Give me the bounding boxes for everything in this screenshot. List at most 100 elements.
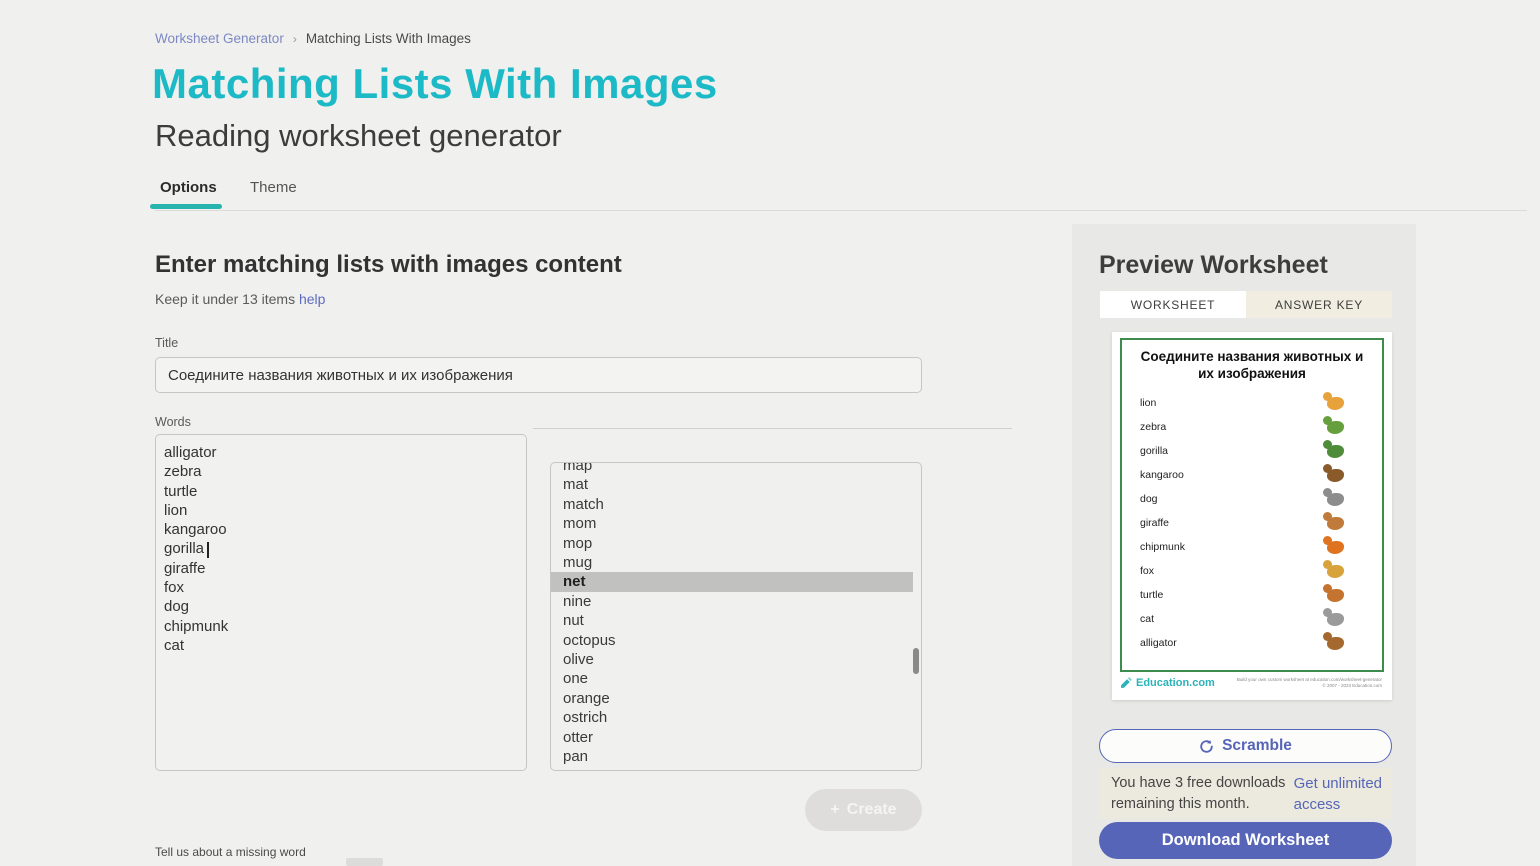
scramble-icon — [1199, 739, 1214, 754]
words-textarea[interactable]: alligator zebra turtle lion kangaroo gor… — [155, 434, 527, 771]
section-heading: Enter matching lists with images content — [155, 251, 622, 279]
suggestion-item[interactable]: olive — [551, 650, 921, 669]
help-link[interactable]: help — [299, 291, 325, 307]
scramble-button[interactable]: Scramble — [1099, 729, 1392, 763]
missing-word-link[interactable]: Tell us about a missing word — [155, 845, 306, 859]
alligator-image — [1327, 445, 1344, 458]
chipmunk-image — [1327, 637, 1344, 650]
suggestion-item[interactable]: otter — [551, 728, 921, 747]
row-label: gorilla — [1140, 445, 1168, 457]
breadcrumb: Worksheet Generator › Matching Lists Wit… — [155, 31, 471, 46]
tab-options[interactable]: Options — [160, 179, 217, 196]
lion-image — [1327, 517, 1344, 530]
page-subtitle: Reading worksheet generator — [155, 118, 562, 154]
get-unlimited-access-link[interactable]: Get unlimited access — [1294, 773, 1382, 815]
row-label: cat — [1140, 613, 1154, 625]
kangaroo-image — [1327, 589, 1344, 602]
worksheet-row: alligator — [1122, 631, 1382, 655]
create-button[interactable]: + Create — [805, 789, 922, 831]
active-tab-underline — [150, 204, 222, 209]
suggestion-item[interactable]: mop — [551, 534, 921, 553]
worksheet-generator-page: Worksheet Generator › Matching Lists Wit… — [0, 0, 1540, 866]
worksheet-row: turtle — [1122, 583, 1382, 607]
suggestion-item[interactable]: mat — [551, 475, 921, 494]
fox-image — [1327, 541, 1344, 554]
preview-panel: Preview Worksheet WORKSHEET ANSWER KEY С… — [1072, 224, 1416, 866]
worksheet-row: cat — [1122, 607, 1382, 631]
breadcrumb-root-link[interactable]: Worksheet Generator — [155, 31, 284, 46]
title-field-label: Title — [155, 336, 178, 350]
worksheet-row: dog — [1122, 487, 1382, 511]
worksheet-row: kangaroo — [1122, 463, 1382, 487]
worksheet-row: fox — [1122, 559, 1382, 583]
breadcrumb-current: Matching Lists With Images — [306, 31, 471, 46]
download-worksheet-button[interactable]: Download Worksheet — [1099, 822, 1392, 859]
download-button-label: Download Worksheet — [1162, 831, 1329, 850]
words-field-label: Words — [155, 415, 191, 429]
preview-heading: Preview Worksheet — [1099, 251, 1328, 280]
missing-word-input-stub[interactable] — [346, 858, 383, 866]
pencil-icon — [1120, 676, 1133, 689]
worksheet-row: zebra — [1122, 415, 1382, 439]
row-label: giraffe — [1140, 517, 1169, 529]
scramble-button-label: Scramble — [1222, 737, 1292, 755]
plus-icon: + — [830, 801, 839, 819]
row-label: lion — [1140, 397, 1156, 409]
title-input[interactable] — [155, 357, 922, 393]
create-button-label: Create — [847, 801, 897, 819]
worksheet-footer: Education.com Build your own custom work… — [1120, 676, 1384, 689]
row-label: alligator — [1140, 637, 1177, 649]
row-label: zebra — [1140, 421, 1166, 433]
giraffe-image — [1327, 565, 1344, 578]
words-column-divider — [533, 428, 1012, 429]
zebra-image — [1327, 613, 1344, 626]
items-hint: Keep it under 13 items help — [155, 291, 325, 307]
worksheet-row: chipmunk — [1122, 535, 1382, 559]
row-label: fox — [1140, 565, 1154, 577]
suggestion-item[interactable]: pan — [551, 747, 921, 766]
suggestion-item[interactable]: orange — [551, 689, 921, 708]
education-brand: Education.com — [1120, 676, 1215, 689]
worksheet-green-border: Соедините названия животных и их изображ… — [1120, 338, 1384, 672]
worksheet-preview-card: Соедините названия животных и их изображ… — [1112, 332, 1392, 700]
tabs-divider — [155, 210, 1527, 211]
tab-worksheet[interactable]: WORKSHEET — [1100, 291, 1246, 318]
page-title: Matching Lists With Images — [152, 60, 718, 108]
suggestion-item[interactable]: match — [551, 495, 921, 514]
downloads-notice: You have 3 free downloads remaining this… — [1099, 768, 1392, 819]
preview-tabs: WORKSHEET ANSWER KEY — [1100, 291, 1392, 318]
row-label: dog — [1140, 493, 1158, 505]
turtle-image — [1327, 421, 1344, 434]
cat-image — [1327, 397, 1344, 410]
dog-image — [1327, 469, 1344, 482]
suggestion-item[interactable]: mug — [551, 553, 921, 572]
downloads-remaining-text: You have 3 free downloads remaining this… — [1111, 773, 1285, 815]
gorilla-image — [1327, 493, 1344, 506]
row-label: kangaroo — [1140, 469, 1184, 481]
row-label: turtle — [1140, 589, 1163, 601]
row-label: chipmunk — [1140, 541, 1185, 553]
suggestion-item[interactable]: ostrich — [551, 708, 921, 727]
suggestion-item[interactable]: octopus — [551, 631, 921, 650]
text-caret — [207, 542, 209, 558]
suggestion-list: map mat match mom mop mug net nine nut o… — [551, 462, 921, 767]
brand-text: Education.com — [1136, 677, 1215, 689]
suggestion-item[interactable]: map — [551, 462, 921, 475]
chevron-right-icon: › — [293, 32, 297, 46]
suggestion-item[interactable]: one — [551, 669, 921, 688]
suggestion-item[interactable]: mom — [551, 514, 921, 533]
worksheet-rows: lion zebra gorilla kangaroo — [1122, 391, 1382, 655]
tab-answer-key[interactable]: ANSWER KEY — [1246, 291, 1392, 318]
worksheet-title: Соедините названия животных и их изображ… — [1134, 348, 1370, 382]
worksheet-row: gorilla — [1122, 439, 1382, 463]
worksheet-fineprint: Build your own custom worksheet at educa… — [1237, 677, 1384, 689]
suggestion-item[interactable]: nut — [551, 611, 921, 630]
tab-theme[interactable]: Theme — [250, 179, 297, 196]
suggestion-item-selected[interactable]: net — [551, 572, 913, 591]
hint-text: Keep it under 13 items — [155, 291, 295, 307]
scrollbar-thumb[interactable] — [913, 648, 919, 674]
worksheet-row: lion — [1122, 391, 1382, 415]
suggestion-item[interactable]: nine — [551, 592, 921, 611]
word-suggestions-listbox[interactable]: map mat match mom mop mug net nine nut o… — [550, 462, 922, 771]
worksheet-row: giraffe — [1122, 511, 1382, 535]
